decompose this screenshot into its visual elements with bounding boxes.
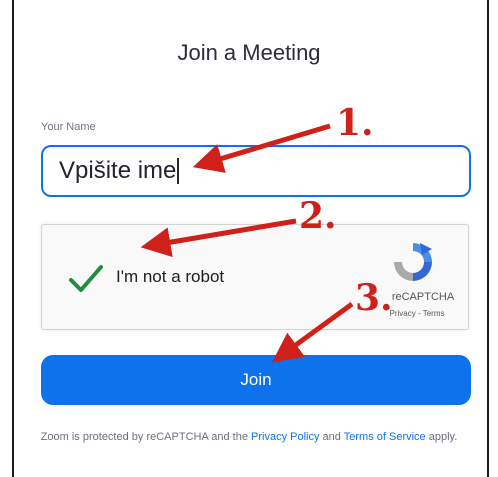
footer-suffix: apply.	[428, 431, 458, 443]
checkmark-icon[interactable]	[66, 259, 106, 299]
text-caret	[177, 158, 180, 184]
step-1-label: 1.	[336, 102, 374, 144]
recaptcha-logo-icon	[394, 243, 432, 281]
not-a-robot-label: I'm not a robot	[116, 267, 225, 286]
footer-prefix: Zoom is protected by reCAPTCHA and the	[40, 431, 248, 443]
privacy-policy-link[interactable]: Privacy Policy	[251, 431, 319, 443]
recaptcha-separator: -	[417, 309, 421, 318]
name-input[interactable]: Vpišite ime	[41, 145, 471, 197]
step-2-label: 2.	[299, 195, 337, 237]
name-input-value: Vpišite ime	[59, 157, 177, 184]
recaptcha-privacy-link[interactable]: Privacy	[390, 309, 416, 318]
footer-notice: Zoom is protected by reCAPTCHA and the P…	[0, 431, 498, 443]
join-button[interactable]: Join	[41, 355, 471, 405]
step-3-label: 3.	[355, 277, 393, 319]
footer-and: and	[322, 431, 341, 443]
recaptcha-widget: I'm not a robot reCAPTCHA Privacy - Term…	[41, 224, 469, 330]
recaptcha-terms-link[interactable]: Terms	[423, 309, 445, 318]
terms-of-service-link[interactable]: Terms of Service	[344, 431, 426, 443]
page-title: Join a Meeting	[177, 40, 321, 65]
your-name-label: Your Name	[41, 121, 96, 133]
